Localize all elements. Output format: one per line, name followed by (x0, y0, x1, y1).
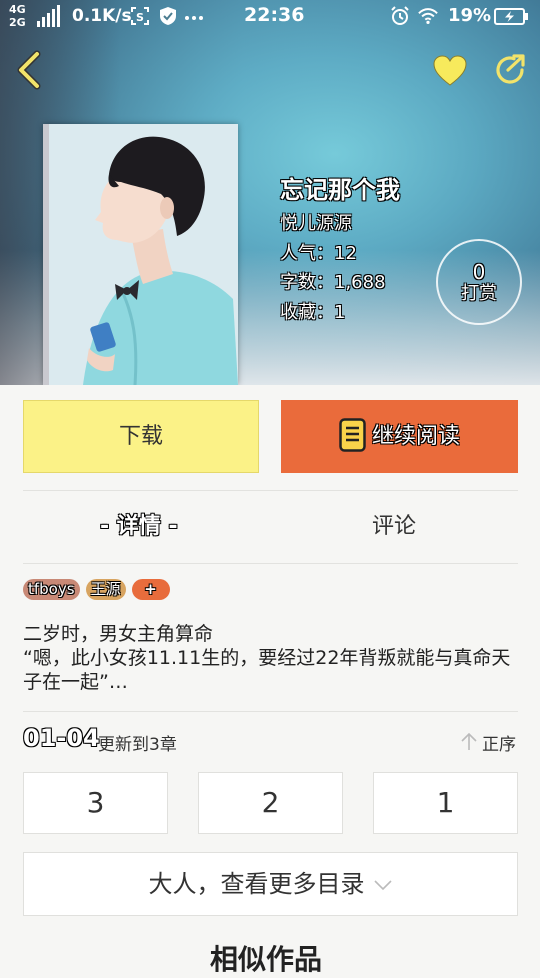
author-name[interactable]: 悦儿源源 (280, 209, 352, 235)
divider (23, 563, 518, 564)
back-button[interactable] (12, 50, 46, 90)
sort-order-label: 正序 (482, 735, 516, 755)
similar-works-heading: 相似作品 (210, 943, 323, 976)
book-hero-header: 4G 2G 0.1K/s S 22:36 19% 忘记那个我 悦儿源源 人气：1… (0, 0, 540, 385)
favorite-heart-button[interactable] (432, 54, 468, 88)
signal-icon (37, 5, 60, 27)
continue-reading-label: 继续阅读 (371, 424, 460, 449)
battery-charging-icon (494, 8, 528, 25)
wifi-icon (418, 8, 438, 24)
arrow-up-icon (461, 732, 477, 750)
share-button[interactable] (492, 52, 528, 88)
svg-text:S: S (136, 11, 144, 24)
status-bar: 4G 2G 0.1K/s S 22:36 19% (0, 0, 540, 34)
network-type: 4G 2G (9, 3, 26, 29)
alarm-icon (391, 6, 409, 25)
update-date: 01-04 (23, 724, 100, 752)
network-top-label: 4G (9, 3, 26, 16)
divider (23, 711, 518, 712)
tip-label: 打赏 (461, 283, 497, 304)
tag-item[interactable]: 王源 (85, 579, 126, 600)
network-speed: 0.1K/s (72, 6, 132, 26)
tab-comment[interactable]: 评论 (372, 508, 416, 540)
battery-percent: 19% (448, 5, 492, 26)
update-status: 更新到3章 (98, 735, 177, 755)
tag-list: tfboys 王源 + (23, 579, 176, 601)
chapter-item[interactable]: 1 (373, 772, 518, 834)
notebook-icon (339, 418, 366, 452)
popularity-stat: 人气：12 (280, 243, 357, 264)
more-contents-label: 大人，查看更多目录 (148, 870, 365, 898)
tip-count: 0 (472, 260, 486, 284)
add-tag-button[interactable]: + (131, 579, 170, 600)
tip-button[interactable]: 0 打赏 (436, 239, 522, 325)
chevron-down-icon (373, 880, 392, 891)
divider (23, 490, 518, 491)
chapter-item[interactable]: 3 (23, 772, 168, 834)
continue-reading-button[interactable]: 继续阅读 (281, 400, 518, 473)
more-dots-icon (185, 16, 203, 20)
network-bottom-label: 2G (9, 16, 26, 29)
favorites-stat: 收藏：1 (280, 302, 346, 323)
screenshot-icon: S (131, 7, 149, 25)
book-cover-image[interactable] (43, 124, 238, 385)
chapter-item[interactable]: 2 (198, 772, 343, 834)
synopsis-text: 二岁时，男女主角算命 “嗯，此小女孩11.11生的，要经过22年背叛就能与真命天… (23, 623, 511, 693)
download-button[interactable]: 下载 (23, 400, 259, 473)
book-title: 忘记那个我 (280, 176, 400, 204)
more-contents-button[interactable]: 大人，查看更多目录 (23, 852, 518, 916)
clock-time: 22:36 (244, 4, 305, 26)
shield-icon (160, 7, 176, 25)
tag-item[interactable]: tfboys (23, 579, 80, 600)
sort-order-toggle[interactable]: 正序 (460, 730, 516, 755)
tab-detail[interactable]: - 详情 - (100, 508, 178, 540)
word-count-stat: 字数：1,688 (280, 272, 386, 293)
